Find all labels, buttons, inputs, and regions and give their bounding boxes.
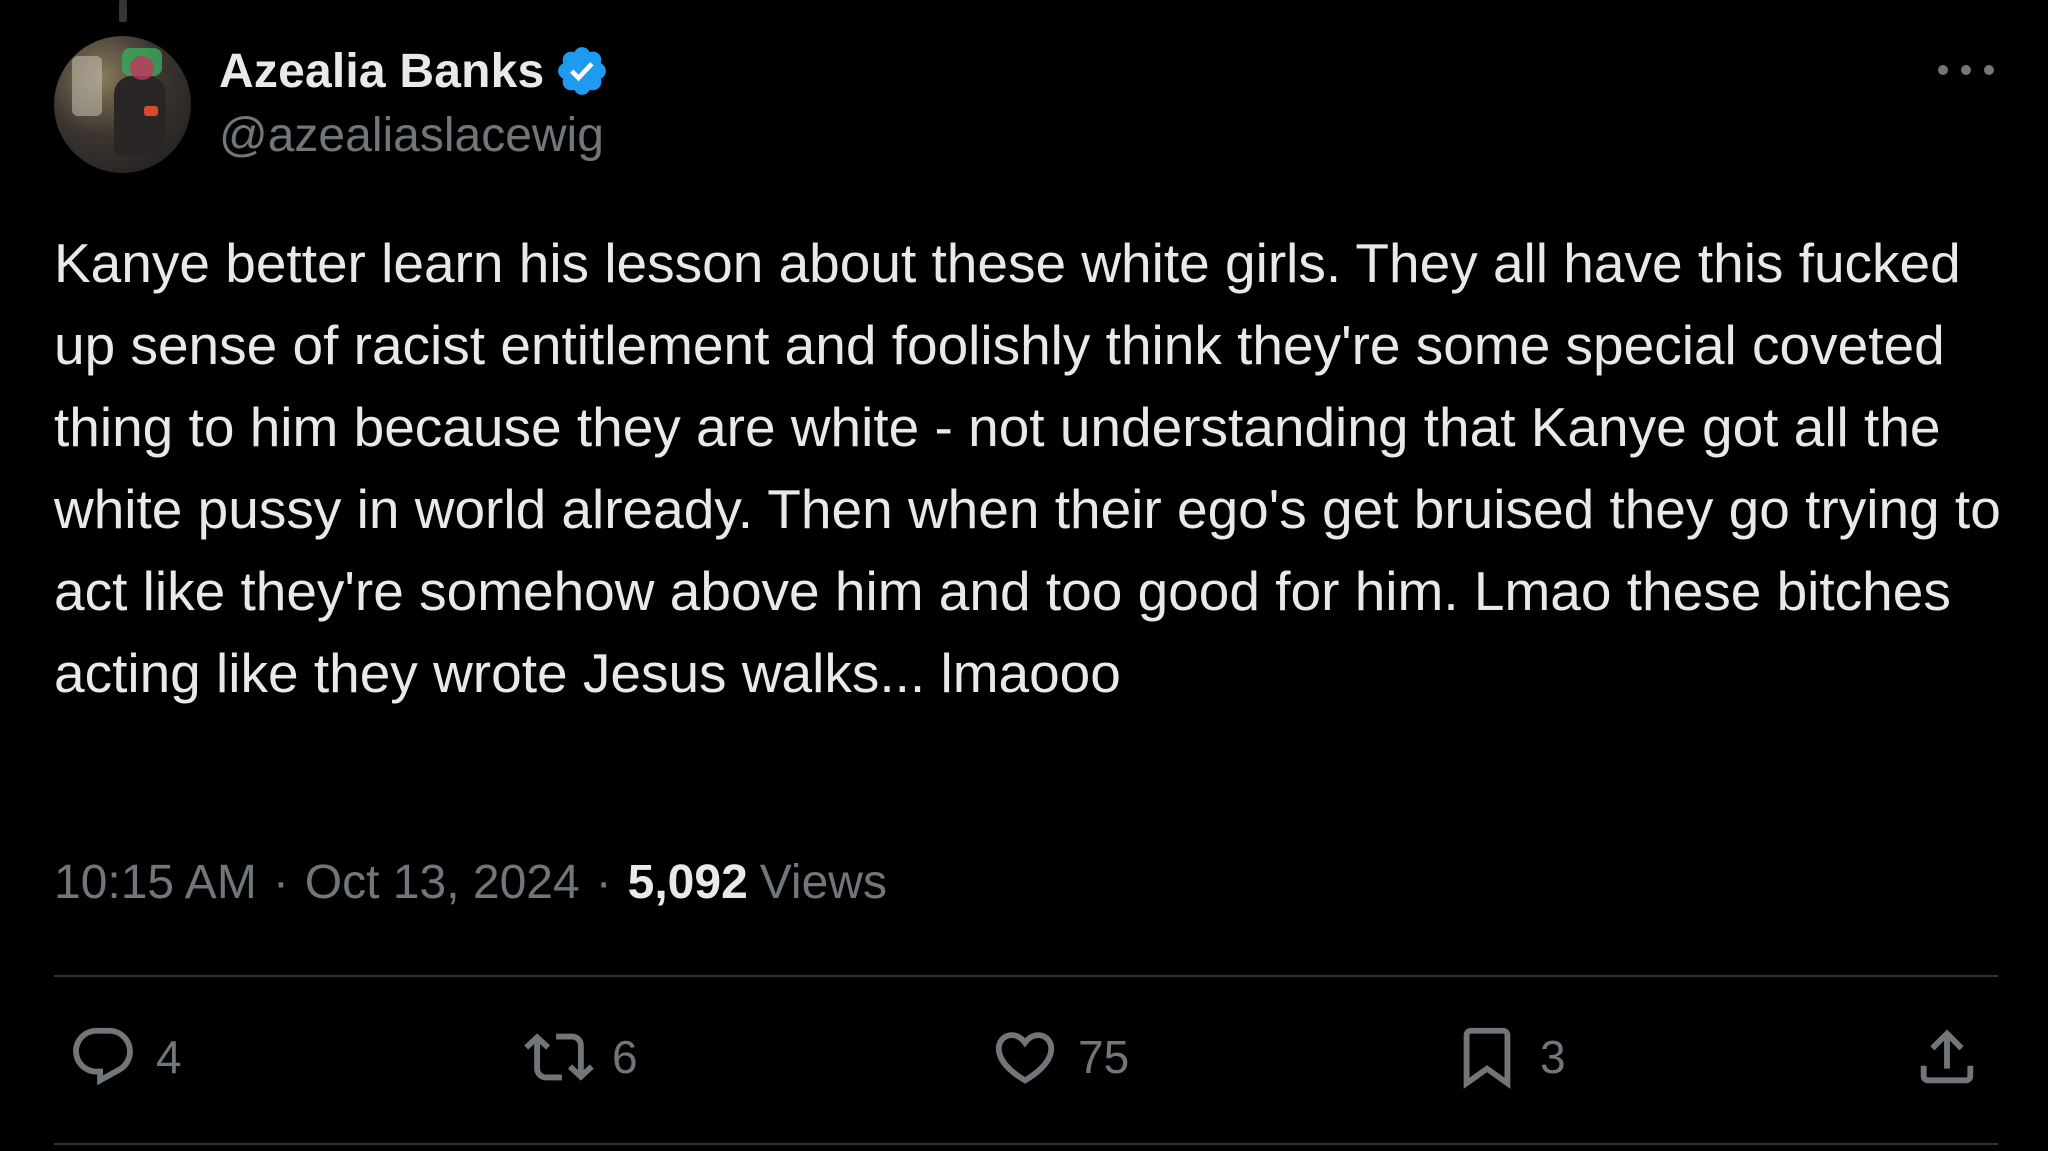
divider <box>54 975 1998 977</box>
avatar[interactable] <box>54 36 191 173</box>
author-handle[interactable]: @azealiaslacewig <box>219 108 604 163</box>
views-count[interactable]: 5,092 <box>628 855 748 910</box>
meta-separator: · <box>272 856 289 909</box>
author-display-name[interactable]: Azealia Banks <box>219 44 544 99</box>
views-label[interactable]: Views <box>760 855 887 910</box>
repost-count: 6 <box>612 1031 638 1083</box>
bookmark-button[interactable]: 3 <box>1452 1023 1566 1091</box>
bookmark-count: 3 <box>1540 1031 1566 1083</box>
more-dots-icon[interactable] <box>1938 48 1994 92</box>
repost-icon <box>524 1022 594 1092</box>
reply-button[interactable]: 4 <box>68 1023 182 1091</box>
like-button[interactable]: 75 <box>990 1023 1129 1091</box>
author-name-row: Azealia Banks <box>219 40 610 102</box>
share-button[interactable] <box>1912 1023 1982 1091</box>
meta-separator: · <box>595 856 612 909</box>
tweet-time[interactable]: 10:15 AM <box>54 855 257 910</box>
tweet-meta: 10:15 AM · Oct 13, 2024 · 5,092 Views <box>54 855 887 910</box>
reply-count: 4 <box>156 1031 182 1083</box>
like-count: 75 <box>1078 1031 1130 1083</box>
thread-connector-line <box>119 0 127 22</box>
heart-icon <box>990 1022 1060 1092</box>
tweet-date[interactable]: Oct 13, 2024 <box>305 855 580 910</box>
reply-icon <box>68 1022 138 1092</box>
repost-button[interactable]: 6 <box>524 1023 638 1091</box>
tweet-text: Kanye better learn his lesson about thes… <box>54 232 2017 704</box>
divider <box>54 1143 1998 1145</box>
bookmark-icon <box>1452 1022 1522 1092</box>
verified-badge-icon[interactable] <box>554 43 610 99</box>
share-icon <box>1912 1022 1982 1092</box>
